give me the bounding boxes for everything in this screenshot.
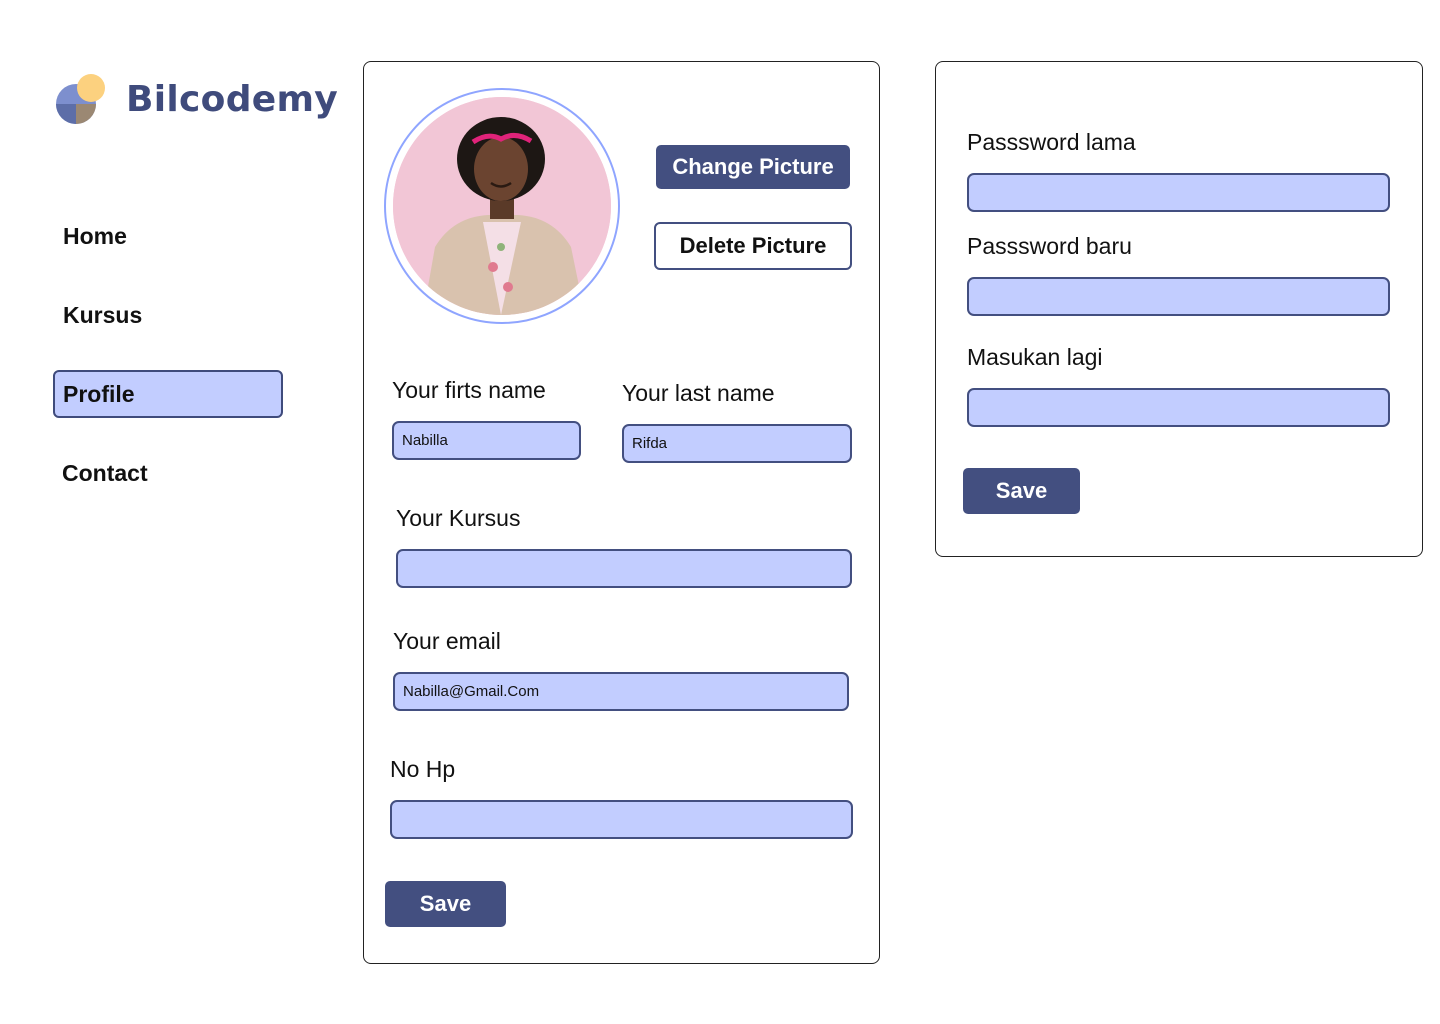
old-password-field[interactable] bbox=[967, 173, 1390, 212]
last-name-field[interactable] bbox=[622, 424, 852, 463]
new-password-field[interactable] bbox=[967, 277, 1390, 316]
nav-item-kursus[interactable]: Kursus bbox=[63, 302, 142, 329]
kursus-label: Your Kursus bbox=[396, 505, 521, 531]
last-name-label: Your last name bbox=[622, 380, 775, 406]
nav-item-home[interactable]: Home bbox=[63, 223, 127, 250]
first-name-field[interactable] bbox=[392, 421, 581, 460]
profile-picture bbox=[384, 88, 620, 324]
delete-picture-button[interactable]: Delete Picture bbox=[654, 222, 852, 270]
first-name-label: Your firts name bbox=[392, 377, 546, 403]
change-picture-button[interactable]: Change Picture bbox=[656, 145, 850, 189]
nav-item-contact[interactable]: Contact bbox=[62, 460, 148, 487]
brand-name: Bilcodemy bbox=[126, 78, 339, 120]
brand-logo[interactable]: Bilcodemy bbox=[54, 72, 338, 126]
bilcodemy-logo-icon bbox=[54, 72, 108, 126]
nav-item-profile-label: Profile bbox=[63, 380, 135, 407]
password-save-button[interactable]: Save bbox=[963, 468, 1080, 514]
avatar bbox=[393, 97, 611, 315]
email-field[interactable] bbox=[393, 672, 849, 711]
confirm-password-label: Masukan lagi bbox=[967, 344, 1103, 370]
new-password-label: Passsword baru bbox=[967, 233, 1132, 259]
old-password-label: Passsword lama bbox=[967, 129, 1136, 155]
kursus-field[interactable] bbox=[396, 549, 852, 588]
nav-item-profile[interactable]: Profile bbox=[53, 370, 283, 418]
phone-label: No Hp bbox=[390, 756, 456, 782]
confirm-password-field[interactable] bbox=[967, 388, 1390, 427]
profile-save-button[interactable]: Save bbox=[385, 881, 506, 927]
email-label: Your email bbox=[393, 628, 501, 654]
phone-field[interactable] bbox=[390, 800, 853, 839]
